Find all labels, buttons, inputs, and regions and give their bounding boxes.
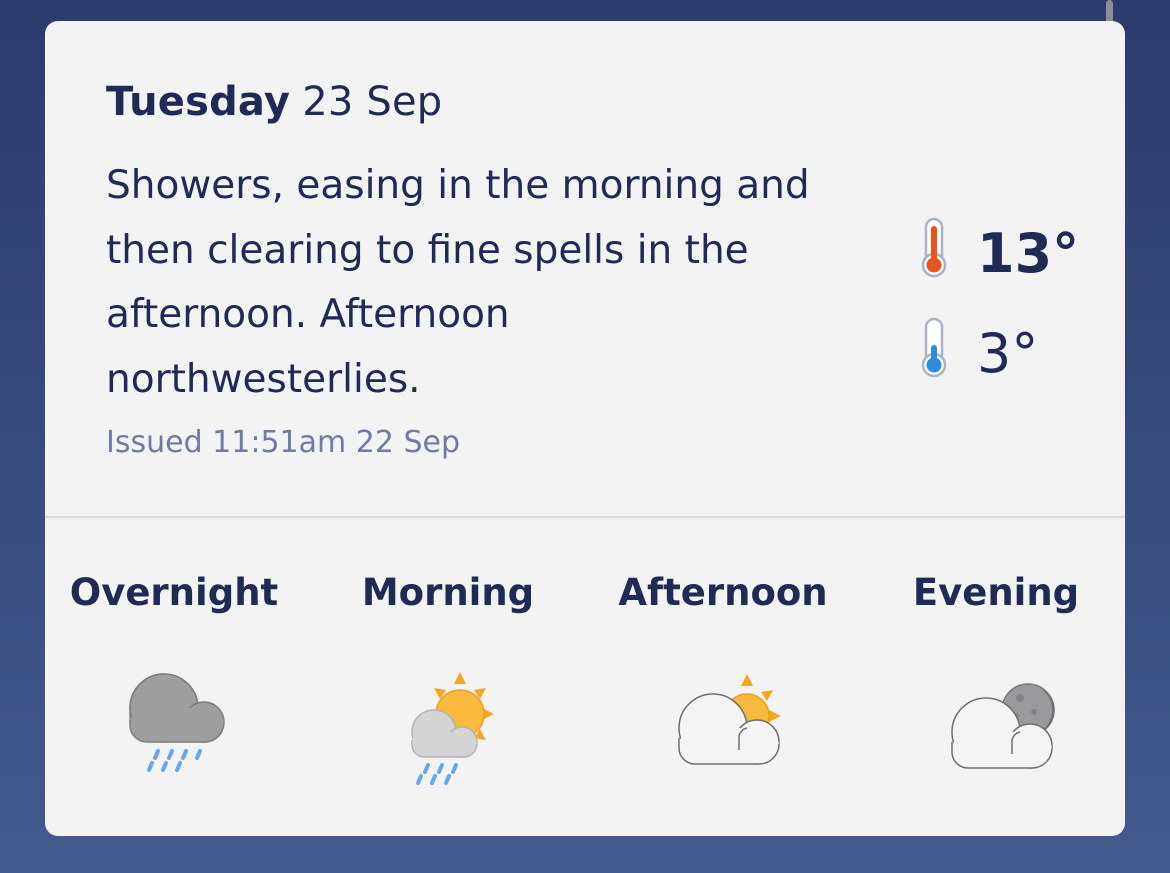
period-forecasts: Overnight Morning Afternoon Evening: [45, 518, 1125, 836]
max-temperature: 13°: [917, 211, 1117, 311]
issued-time: Issued 11:51am 22 Sep: [106, 425, 461, 460]
min-temp-value: 3°: [977, 322, 1039, 385]
min-temperature: 3°: [917, 311, 1117, 411]
sun-cloud-icon: [678, 674, 781, 765]
forecast-heading: Tuesday 23 Sep: [106, 79, 442, 125]
period-afternoon[interactable]: Afternoon: [588, 518, 858, 836]
period-overnight[interactable]: Overnight: [45, 518, 309, 836]
period-label: Evening: [912, 571, 1080, 614]
forecast-date: 23 Sep: [302, 79, 443, 125]
moon-cloud-icon: [951, 683, 1055, 769]
period-label: Morning: [361, 571, 535, 614]
thermometer-hot-icon: [921, 217, 947, 278]
forecast-summary: Showers, easing in the morning and then …: [106, 163, 810, 402]
forecast-card: Tuesday 23 Sep Showers, easing in the mor…: [45, 21, 1125, 836]
forecast-summary-section: Tuesday 23 Sep Showers, easing in the mor…: [45, 21, 1125, 516]
temperature-range: 13° 3°: [917, 211, 1117, 411]
thermometer-cold-icon: [921, 317, 947, 378]
period-label: Overnight: [69, 571, 279, 614]
period-evening[interactable]: Evening: [861, 518, 1125, 836]
sun-cloud-rain-icon: [411, 672, 494, 785]
period-morning[interactable]: Morning: [313, 518, 583, 836]
cloud-rain-icon: [129, 673, 225, 772]
max-temp-value: 13°: [977, 222, 1080, 285]
period-label: Afternoon: [618, 571, 828, 614]
forecast-day: Tuesday: [106, 79, 291, 125]
